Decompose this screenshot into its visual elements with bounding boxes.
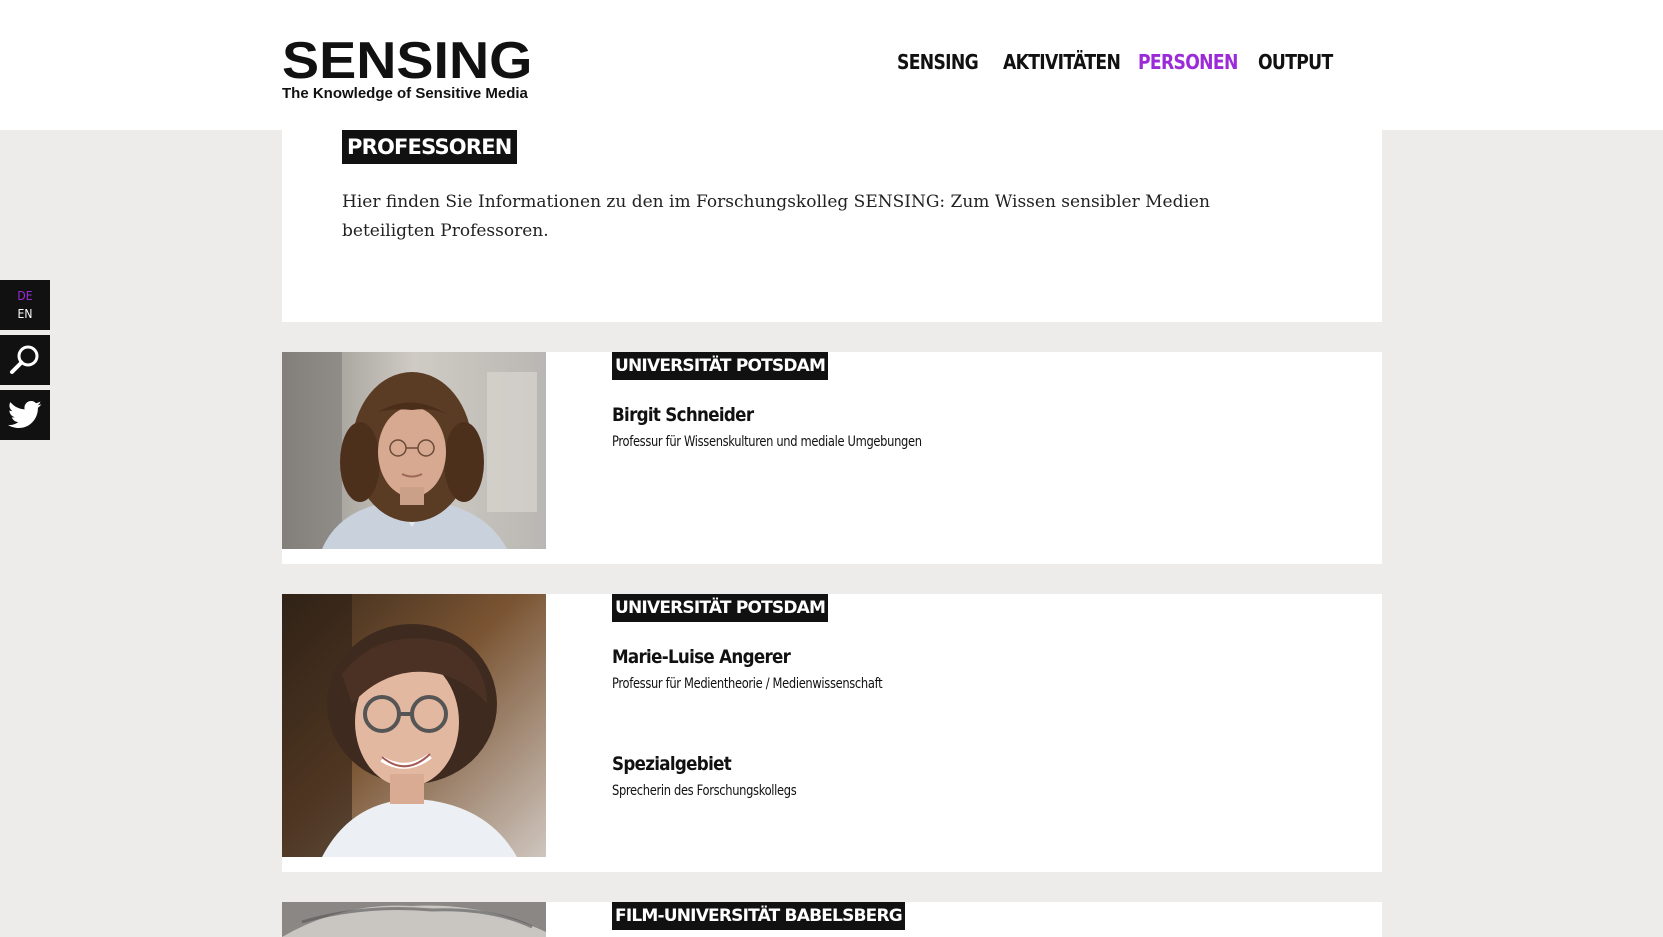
institution-badge: UNIVERSITÄT POTSDAM <box>612 352 829 380</box>
specialty-heading: Spezialgebiet <box>612 753 732 775</box>
person-card[interactable]: FILM-UNIVERSITÄT BABELSBERG <box>282 902 1382 937</box>
intro-text: Hier finden Sie Informationen zu den im … <box>342 192 1210 241</box>
person-card[interactable]: UNIVERSITÄT POTSDAM Birgit Schneider Pro… <box>282 352 1382 564</box>
search-button[interactable] <box>0 335 50 385</box>
person-name[interactable]: Marie-Luise Angerer <box>612 646 791 668</box>
main-nav: SENSING AKTIVITÄTEN PERSONEN OUTPUT <box>897 50 1338 74</box>
side-toolbar: DE EN <box>0 280 50 440</box>
lang-en-link[interactable]: EN <box>18 305 33 323</box>
twitter-button[interactable] <box>0 390 50 440</box>
logo-title: SENSING <box>282 32 533 90</box>
professors-intro: PROFESSOREN Hier finden Sie Informatione… <box>282 130 1382 322</box>
page-title: PROFESSOREN <box>342 130 517 164</box>
nav-sensing[interactable]: SENSING <box>897 50 988 74</box>
twitter-icon <box>8 400 42 429</box>
search-icon <box>10 345 39 374</box>
nav-aktivitaeten[interactable]: AKTIVITÄTEN <box>1003 50 1121 74</box>
nav-output[interactable]: OUTPUT <box>1258 50 1333 74</box>
institution-badge: UNIVERSITÄT POTSDAM <box>612 594 829 622</box>
lang-de-link[interactable]: DE <box>17 287 32 305</box>
person-photo <box>282 594 546 857</box>
person-role: Professur für Wissenskulturen und medial… <box>612 434 922 450</box>
person-role: Professur für Medientheorie / Medienwiss… <box>612 676 883 692</box>
specialty-text: Sprecherin des Forschungskollegs <box>612 783 797 799</box>
language-switcher: DE EN <box>0 280 50 330</box>
person-photo <box>282 902 546 937</box>
institution-badge: FILM-UNIVERSITÄT BABELSBERG <box>612 902 905 930</box>
person-photo <box>282 352 546 549</box>
nav-personen[interactable]: PERSONEN <box>1138 50 1241 74</box>
person-card[interactable]: UNIVERSITÄT POTSDAM Marie-Luise Angerer … <box>282 594 1382 872</box>
person-name[interactable]: Birgit Schneider <box>612 404 754 426</box>
site-header: SENSING The Knowledge of Sensitive Media… <box>0 0 1663 130</box>
site-logo[interactable]: SENSING The Knowledge of Sensitive Media <box>282 35 532 102</box>
